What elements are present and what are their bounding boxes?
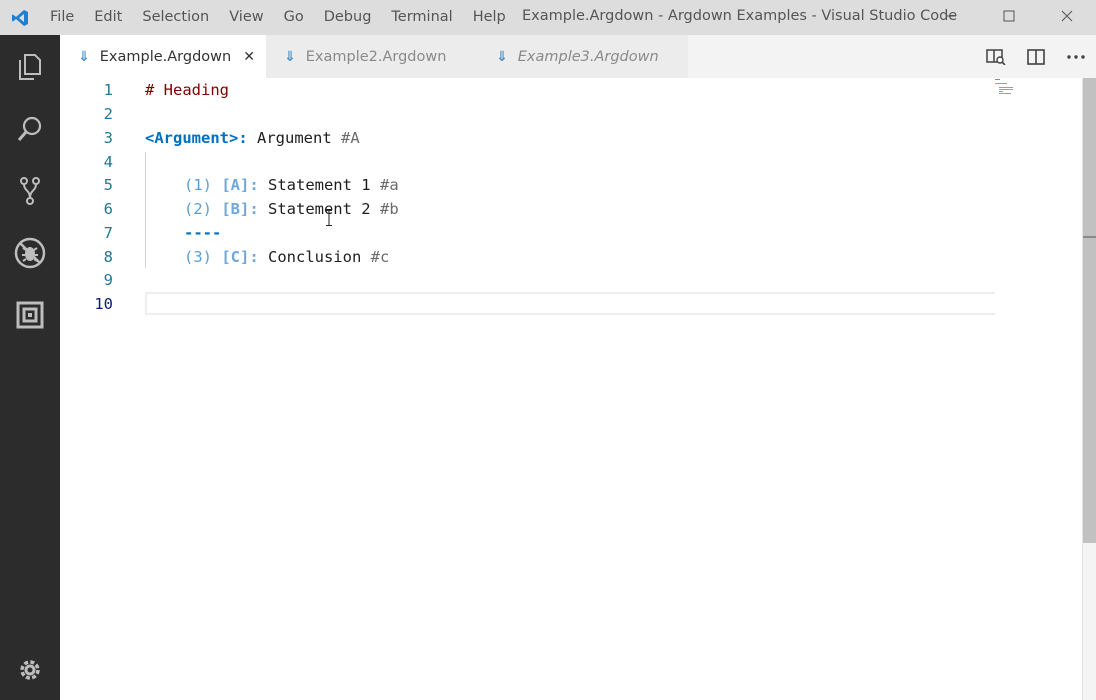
tag-token: #c — [370, 248, 390, 266]
tag-token: #a — [379, 176, 399, 194]
code-line-3[interactable]: 3 <Argument>: Argument #A — [60, 126, 1000, 150]
close-tab-icon[interactable]: ✕ — [243, 49, 255, 65]
menu-terminal[interactable]: Terminal — [381, 0, 462, 35]
source-control-icon[interactable] — [0, 171, 60, 211]
argdown-file-icon: ⇓ — [284, 48, 296, 65]
tab-label: Example2.Argdown — [305, 48, 447, 65]
code-text: (1) [A]: Statement 1 #a — [184, 173, 399, 197]
line-number: 8 — [103, 248, 113, 266]
text-cursor-icon — [326, 210, 332, 226]
premise-number: (1) — [184, 176, 222, 194]
debug-icon[interactable] — [0, 233, 60, 273]
code-line-6[interactable]: 6 (2) [B]: Statement 2 #b — [60, 197, 1000, 221]
open-preview-button[interactable] — [976, 35, 1016, 78]
statement-ref: [B]: — [221, 200, 259, 218]
statement-text: Statement 1 — [258, 176, 380, 194]
premise-number: (2) — [184, 200, 222, 218]
menu-bar: File Edit Selection View Go Debug Termin… — [40, 0, 516, 35]
settings-gear-icon[interactable] — [0, 650, 60, 690]
menu-help[interactable]: Help — [463, 0, 516, 35]
line-number: 6 — [103, 200, 113, 218]
line-number: 9 — [103, 271, 113, 289]
line-number: 2 — [103, 105, 113, 123]
tab-example2-argdown[interactable]: ⇓ Example2.Argdown — [266, 35, 478, 78]
argdown-file-icon: ⇓ — [496, 48, 508, 65]
activity-bar — [0, 35, 60, 700]
menu-selection[interactable]: Selection — [132, 0, 219, 35]
statement-text: Conclusion — [258, 248, 371, 266]
menu-edit[interactable]: Edit — [84, 0, 132, 35]
code-text: # Heading — [145, 78, 229, 102]
code-line-10[interactable]: 10 — [60, 292, 1000, 316]
title-bar: File Edit Selection View Go Debug Termin… — [0, 0, 1096, 35]
close-icon — [1061, 10, 1073, 22]
line-number: 1 — [103, 81, 113, 99]
explorer-icon[interactable] — [0, 47, 60, 87]
minimize-icon — [946, 15, 956, 17]
tag-token: #b — [379, 200, 399, 218]
code-line-4[interactable]: 4 — [60, 150, 1000, 174]
split-editor-icon — [1027, 48, 1045, 65]
code-text: (3) [C]: Conclusion #c — [184, 245, 389, 269]
line-number: 3 — [103, 129, 113, 147]
menu-file[interactable]: File — [40, 0, 84, 35]
code-text: <Argument>: Argument #A — [145, 126, 360, 150]
maximize-icon — [1003, 10, 1015, 22]
heading-token: # Heading — [145, 81, 229, 99]
close-window-button[interactable] — [1038, 0, 1096, 32]
tag-token: #A — [341, 129, 360, 147]
search-icon[interactable] — [0, 109, 60, 149]
tab-example-argdown[interactable]: ⇓ Example.Argdown ✕ — [60, 35, 266, 78]
code-editor[interactable]: 1 # Heading 2 3 <Argument>: Argument #A … — [60, 78, 1082, 700]
code-text: ---- — [184, 221, 221, 245]
maximize-button[interactable] — [980, 0, 1038, 32]
code-line-8[interactable]: 8 (3) [C]: Conclusion #c — [60, 245, 1000, 269]
window-title: Example.Argdown - Argdown Examples - Vis… — [522, 8, 958, 24]
statement-ref: [A]: — [221, 176, 259, 194]
open-preview-icon — [986, 48, 1006, 65]
code-line-5[interactable]: 5 (1) [A]: Statement 1 #a — [60, 173, 1000, 197]
tab-label: Example3.Argdown — [517, 48, 659, 65]
more-actions-button[interactable] — [1056, 35, 1096, 78]
inference-separator: ---- — [184, 224, 222, 242]
argdown-file-icon: ⇓ — [78, 48, 90, 65]
window-controls — [922, 0, 1096, 32]
code-line-1[interactable]: 1 # Heading — [60, 78, 1000, 102]
line-number-current: 10 — [94, 295, 113, 313]
statement-text: Statement 2 — [258, 200, 380, 218]
extensions-icon[interactable] — [0, 295, 60, 335]
menu-go[interactable]: Go — [274, 0, 314, 35]
code-line-2[interactable]: 2 — [60, 102, 1000, 126]
line-number: 5 — [103, 176, 113, 194]
argument-token: <Argument> — [145, 129, 239, 147]
menu-view[interactable]: View — [219, 0, 273, 35]
editor-tab-bar: ⇓ Example.Argdown ✕ ⇓ Example2.Argdown ⇓… — [60, 35, 1096, 78]
line-number: 4 — [103, 153, 113, 171]
argument-title: Argument — [247, 129, 341, 147]
code-text: (2) [B]: Statement 2 #b — [184, 197, 399, 221]
statement-ref: [C]: — [221, 248, 259, 266]
tab-example3-argdown[interactable]: ⇓ Example3.Argdown — [478, 35, 688, 78]
colon-token: : — [238, 129, 248, 147]
more-actions-icon — [1067, 54, 1085, 59]
minimize-button[interactable] — [922, 0, 980, 32]
vertical-scrollbar[interactable] — [1082, 78, 1096, 700]
vscode-logo-icon[interactable] — [0, 0, 40, 35]
code-line-7[interactable]: 7 ---- — [60, 221, 1000, 245]
editor-actions — [976, 35, 1096, 78]
menu-debug[interactable]: Debug — [314, 0, 382, 35]
line-number: 7 — [103, 224, 113, 242]
split-editor-button[interactable] — [1016, 35, 1056, 78]
minimap[interactable] — [995, 78, 1025, 98]
cursor-position-marker — [1083, 236, 1096, 238]
tab-label: Example.Argdown — [99, 48, 232, 65]
code-line-9[interactable]: 9 — [60, 268, 1000, 292]
conclusion-number: (3) — [184, 248, 222, 266]
scrollbar-thumb[interactable] — [1083, 78, 1096, 543]
